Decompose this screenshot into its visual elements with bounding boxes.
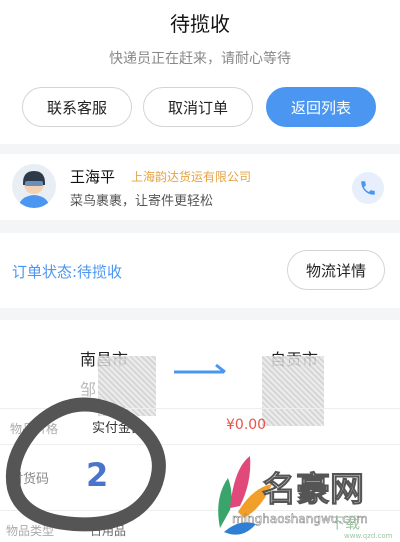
page-subtitle: 快递员正在赶来，请耐心等待	[109, 51, 291, 67]
price-value: ¥0.00	[226, 417, 267, 433]
courier-slogan: 菜鸟裹裹，让寄件更轻松	[70, 194, 214, 209]
annotation-number: 2	[86, 456, 109, 494]
page-title: 待揽收	[170, 12, 230, 36]
redacted-receiver-address	[262, 356, 324, 426]
courier-company: 上海韵达货运有限公司	[131, 170, 252, 184]
section-divider	[0, 144, 400, 154]
watermark-corner-url: www.qzd.com	[344, 532, 393, 540]
route-arrow-icon	[174, 363, 226, 374]
courier-avatar-icon	[12, 164, 56, 208]
cancel-order-button[interactable]: 取消订单	[143, 87, 253, 127]
courier-name: 王海平	[70, 168, 116, 186]
contact-service-button[interactable]: 联系客服	[22, 87, 132, 127]
order-status-card: 订单状态:待揽收 物流详情	[0, 233, 400, 308]
logistics-detail-button[interactable]: 物流详情	[287, 250, 385, 290]
watermark-corner: 下载	[330, 514, 361, 532]
courier-card: 王海平 上海韵达货运有限公司 菜鸟裹裹，让寄件更轻松	[0, 154, 400, 220]
watermark-brand: 名豪网	[262, 470, 365, 511]
order-status: 订单状态:待揽收	[12, 263, 123, 281]
back-to-list-button[interactable]: 返回列表	[266, 87, 376, 127]
phone-icon[interactable]	[352, 172, 384, 204]
